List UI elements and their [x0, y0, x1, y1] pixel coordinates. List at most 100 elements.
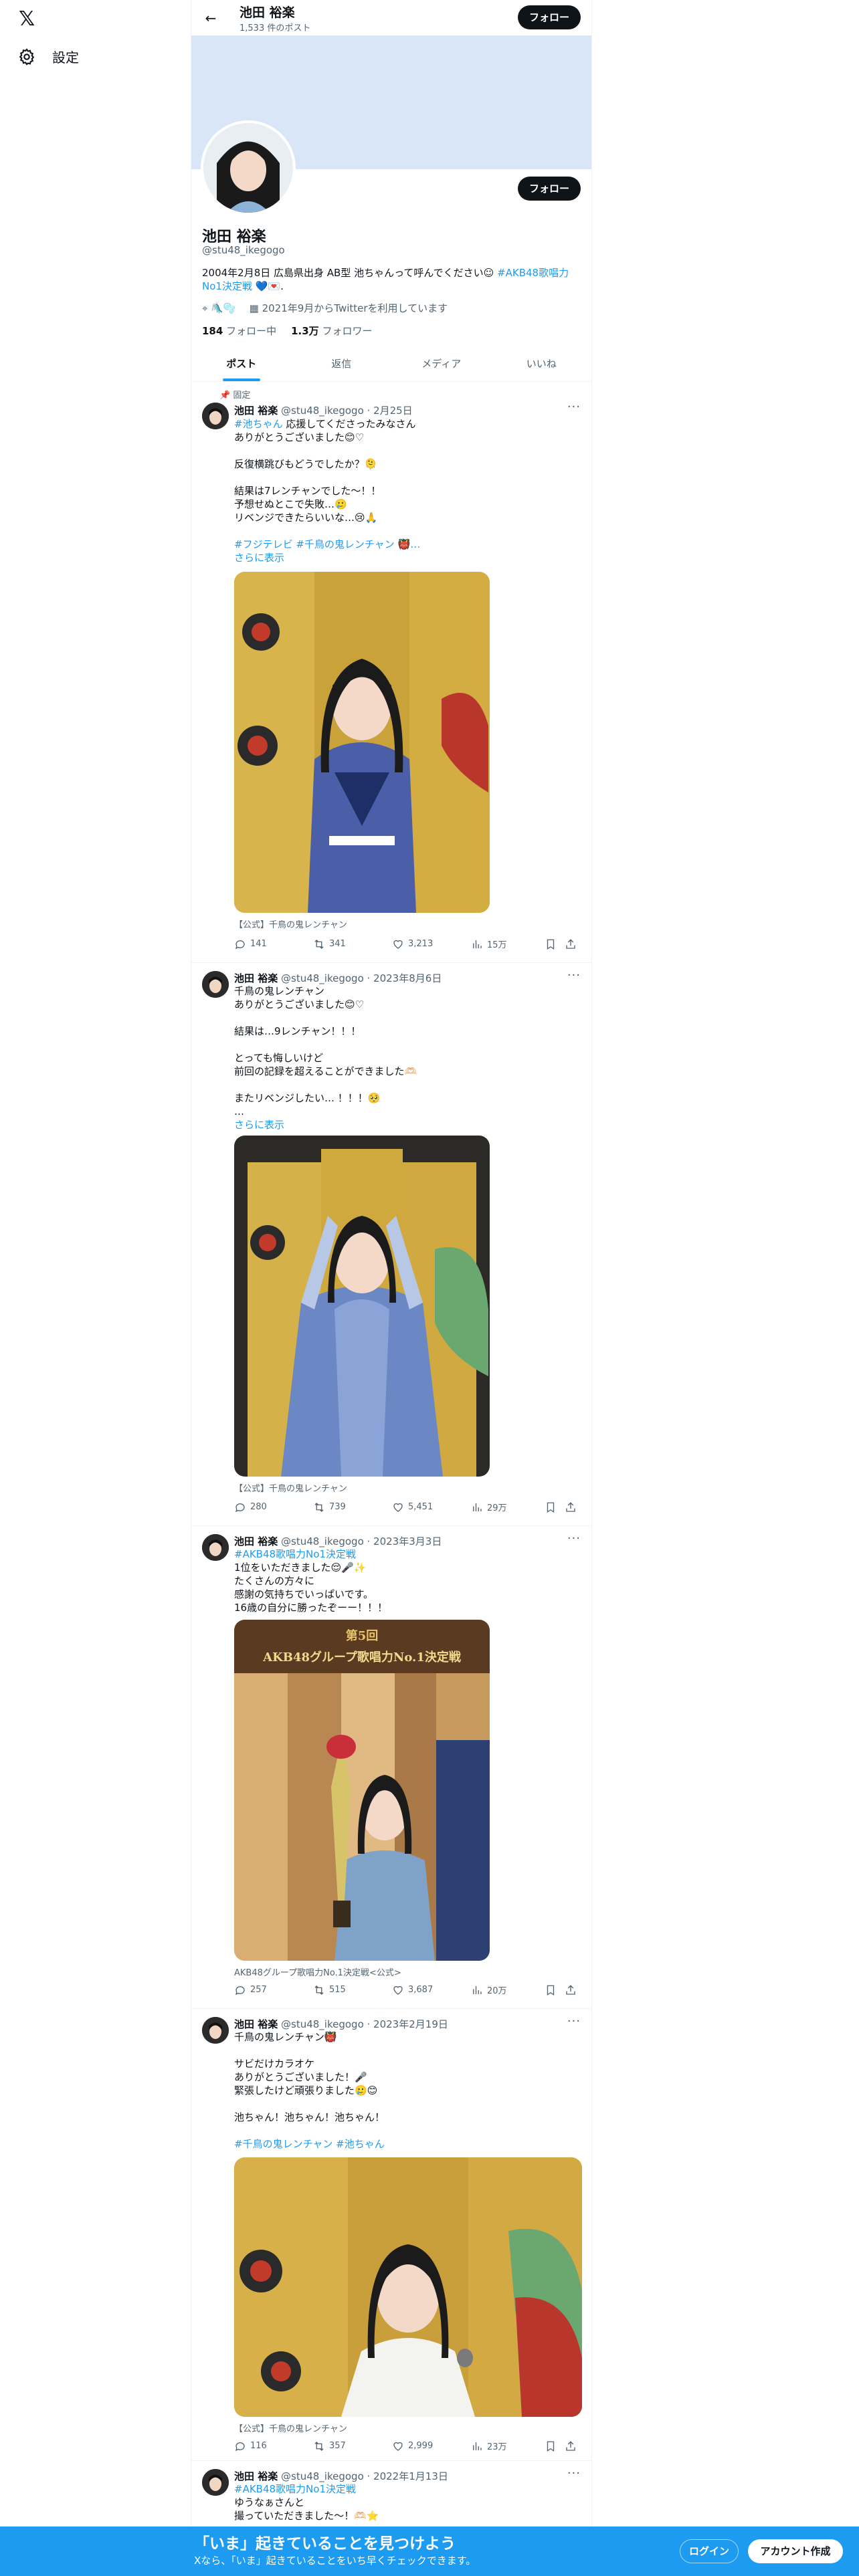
tweet-actions: 257 515 3,687 20万	[234, 1983, 582, 1996]
heart-icon	[393, 2442, 403, 2451]
avatar[interactable]	[202, 971, 229, 998]
tweet-header: 池田 裕楽 @stu48_ikegogo · 2023年8月6日	[234, 972, 442, 984]
share-icon[interactable]	[565, 2440, 578, 2452]
location-text: 🛝🫧	[211, 302, 236, 314]
reply-button[interactable]: 116	[234, 2440, 313, 2452]
tweet-photo[interactable]: 第5回 AKB48グループ歌唱力No.1決定戦	[234, 1620, 490, 1961]
nav-settings-link[interactable]: 設定	[17, 47, 79, 66]
avatar[interactable]	[202, 2017, 229, 2044]
views-icon	[473, 2442, 482, 2450]
signup-banner-subtitle: Xなら、「いま」起きていることをいち早くチェックできます。	[194, 2555, 476, 2567]
tab-posts[interactable]: ポスト	[191, 346, 292, 381]
bookmark-icon[interactable]	[545, 2440, 565, 2452]
profile-follow-button[interactable]: フォロー	[518, 177, 581, 201]
login-button[interactable]: ログイン	[680, 2539, 739, 2563]
tweet-photo[interactable]	[234, 1136, 490, 1477]
location-item: ⌖ 🛝🫧	[202, 302, 236, 314]
following-link[interactable]: 184 フォロー中	[202, 324, 276, 338]
share-icon[interactable]	[565, 938, 578, 950]
avatar[interactable]	[202, 403, 229, 429]
reply-icon	[235, 2442, 245, 2451]
joined-text: 2021年9月からTwitterを利用しています	[262, 302, 448, 314]
header-follow-button[interactable]: フォロー	[518, 5, 581, 29]
x-logo-icon[interactable]: 𝕏	[19, 8, 41, 31]
followers-link[interactable]: 1.3万 フォロワー	[291, 324, 372, 338]
avatar[interactable]	[202, 1534, 229, 1561]
avatar[interactable]	[202, 2469, 229, 2496]
more-icon[interactable]: ···	[567, 400, 581, 414]
like-button[interactable]: 5,451	[392, 1501, 471, 1513]
signup-banner: 「いま」起きていることを見つけよう Xなら、「いま」起きていることをいち早くチェ…	[0, 2527, 859, 2576]
tweet[interactable]: 池田 裕楽 @stu48_ikegogo · 2023年8月6日 ··· 千鳥の…	[191, 963, 591, 1526]
profile-avatar[interactable]	[201, 120, 296, 215]
tweet-photo[interactable]	[234, 2157, 582, 2417]
media-caption: 【公式】千鳥の鬼レンチャン	[234, 1484, 347, 1494]
reply-icon	[235, 1503, 245, 1512]
reply-icon	[235, 940, 245, 949]
header-name: 池田 裕楽	[240, 5, 295, 20]
tweet-actions: 116 357 2,999 23万	[234, 2440, 582, 2452]
repost-button[interactable]: 515	[313, 1984, 392, 1996]
tab-likes[interactable]: いいね	[492, 346, 592, 381]
tab-replies[interactable]: 返信	[292, 346, 392, 381]
repost-icon	[314, 939, 324, 949]
repost-button[interactable]: 739	[313, 1501, 392, 1513]
views-icon	[473, 940, 482, 948]
bookmark-icon[interactable]	[545, 1984, 565, 1996]
repost-button[interactable]: 357	[313, 2440, 392, 2452]
more-icon[interactable]: ···	[567, 968, 581, 982]
media-caption: 【公式】千鳥の鬼レンチャン	[234, 2424, 347, 2434]
hashtag[interactable]: #AKB48歌唱力No1決定戦	[234, 1548, 356, 1560]
reply-button[interactable]: 280	[234, 1501, 313, 1513]
hashtags[interactable]: #フジテレビ #千鳥の鬼レンチャン 👹…	[234, 538, 420, 550]
media-caption: 【公式】千鳥の鬼レンチャン	[234, 920, 347, 930]
bookmark-icon[interactable]	[545, 938, 565, 950]
profile-header-bar: ← 池田 裕楽 1,533 件のポスト フォロー	[191, 0, 591, 35]
more-icon[interactable]: ···	[567, 2466, 581, 2480]
banner-title-1: 第5回	[346, 1628, 379, 1643]
repost-icon	[314, 2441, 324, 2451]
heart-icon	[393, 940, 403, 949]
repost-button[interactable]: 341	[313, 938, 392, 950]
media-caption: AKB48グループ歌唱力No.1決定戦<公式>	[234, 1968, 401, 1978]
tweet[interactable]: 📌 固定 池田 裕楽 @stu48_ikegogo · 2月25日 ··· #池…	[191, 383, 591, 963]
share-icon[interactable]	[565, 1501, 578, 1513]
tweet[interactable]: 池田 裕楽 @stu48_ikegogo · 2023年3月3日 ··· #AK…	[191, 1526, 591, 2009]
reply-icon	[235, 1985, 245, 1995]
views-button[interactable]: 15万	[471, 938, 545, 950]
profile-tabs: ポスト 返信 メディア いいね	[191, 346, 591, 382]
profile-name: 池田 裕楽	[202, 229, 266, 245]
bio-text: 2004年2月8日 広島県出身 AB型 池ちゃんって呼んでください☺︎	[202, 267, 498, 279]
share-icon[interactable]	[565, 1984, 578, 1996]
views-button[interactable]: 20万	[471, 1983, 545, 1996]
reply-button[interactable]: 141	[234, 938, 313, 950]
hashtag[interactable]: #池ちゃん	[234, 418, 283, 430]
like-button[interactable]: 3,687	[392, 1984, 471, 1996]
hashtags[interactable]: #千鳥の鬼レンチャン #池ちゃん	[234, 2138, 385, 2150]
joined-item: ▦ 2021年9月からTwitterを利用しています	[250, 301, 448, 315]
back-arrow-icon[interactable]: ←	[201, 8, 221, 28]
bookmark-icon[interactable]	[545, 1501, 565, 1513]
show-more-link[interactable]: さらに表示	[234, 552, 284, 564]
more-icon[interactable]: ···	[567, 1531, 581, 1545]
calendar-icon: ▦	[249, 302, 259, 314]
more-icon[interactable]: ···	[567, 2014, 581, 2028]
gear-icon	[19, 47, 35, 66]
tweet-actions: 141 341 3,213 15万	[234, 938, 582, 950]
repost-icon	[314, 1502, 324, 1512]
like-button[interactable]: 3,213	[392, 938, 471, 950]
reply-button[interactable]: 257	[234, 1984, 313, 1996]
tweet-photo[interactable]	[234, 572, 490, 913]
tweet-text: #池ちゃん 応援してくださったみなさん ありがとうございました😊♡ 反復横跳びも…	[234, 418, 421, 564]
views-button[interactable]: 23万	[471, 2440, 545, 2452]
views-icon	[473, 1503, 482, 1511]
signup-banner-title: 「いま」起きていることを見つけよう	[194, 2535, 456, 2553]
tweet[interactable]: 池田 裕楽 @stu48_ikegogo · 2023年2月19日 ··· 千鳥…	[191, 2009, 591, 2461]
tab-media[interactable]: メディア	[391, 346, 492, 381]
hashtag[interactable]: #AKB48歌唱力No1決定戦	[234, 2483, 356, 2495]
signup-button[interactable]: アカウント作成	[748, 2539, 843, 2563]
tweet-text: 千鳥の鬼レンチャン ありがとうございました😊♡ 結果は…9レンチャン！！！ とっ…	[234, 985, 417, 1131]
views-button[interactable]: 29万	[471, 1501, 545, 1513]
show-more-link[interactable]: さらに表示	[234, 1119, 284, 1131]
like-button[interactable]: 2,999	[392, 2440, 471, 2452]
